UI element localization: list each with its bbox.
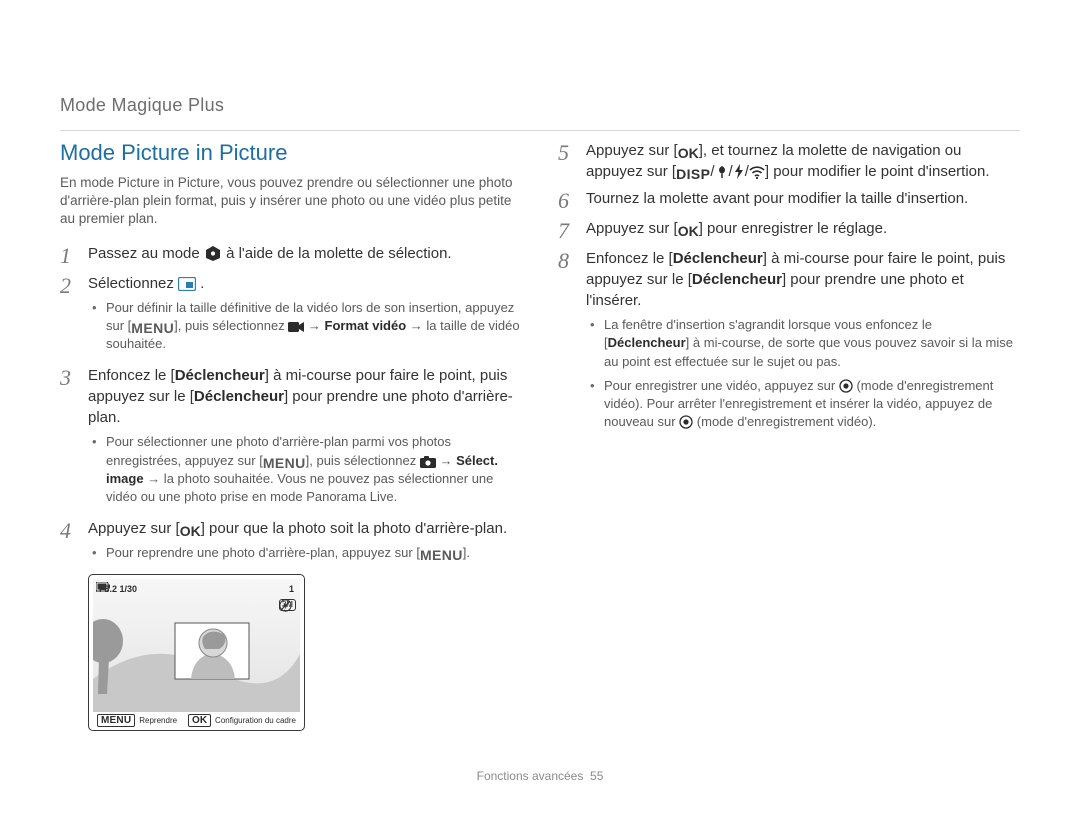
menu-key-action: Reprendre bbox=[139, 716, 177, 725]
footer-page-number: 55 bbox=[590, 769, 603, 783]
step-sub-list: La fenêtre d'insertion s'agrandit lorsqu… bbox=[586, 316, 1020, 431]
step-sub-item: Pour définir la taille définitive de la … bbox=[90, 299, 522, 354]
step-7: 7Appuyez sur [OK] pour enregistrer le ré… bbox=[558, 218, 1020, 242]
step-number: 6 bbox=[558, 188, 586, 212]
step-number: 4 bbox=[60, 518, 88, 568]
ok-key-label: OK bbox=[188, 714, 211, 727]
left-column: Mode Picture in Picture En mode Picture … bbox=[60, 140, 522, 731]
header-divider bbox=[60, 130, 1020, 131]
ok-label-icon: OK bbox=[678, 153, 699, 154]
step-sub-item: Pour sélectionner une photo d'arrière-pl… bbox=[90, 433, 522, 506]
step-number: 8 bbox=[558, 248, 586, 437]
preview-right-info: 3M bbox=[279, 599, 296, 615]
preview-bottombar: MENU Reprendre OK Configuration du cadre bbox=[93, 713, 300, 727]
preview-svg bbox=[93, 579, 300, 712]
intro-paragraph: En mode Picture in Picture, vous pouvez … bbox=[60, 174, 522, 229]
step-number: 5 bbox=[558, 140, 586, 182]
section-title: Mode Picture in Picture bbox=[60, 140, 522, 166]
step-sub-item: Pour reprendre une photo d'arrière-plan,… bbox=[90, 544, 522, 562]
step-sub-list: Pour sélectionner une photo d'arrière-pl… bbox=[88, 433, 522, 506]
macro-icon bbox=[715, 165, 729, 179]
right-column: 5Appuyez sur [OK], et tournez la molette… bbox=[558, 140, 1020, 731]
rec-icon bbox=[839, 379, 853, 393]
footer-section: Fonctions avancées bbox=[477, 769, 584, 783]
left-steps-list: 1Passez au mode à l'aide de la molette d… bbox=[60, 243, 522, 569]
step-4: 4Appuyez sur [OK] pour que la photo soit… bbox=[60, 518, 522, 568]
rec-icon bbox=[679, 415, 693, 429]
step-5: 5Appuyez sur [OK], et tournez la molette… bbox=[558, 140, 1020, 182]
ok-key-action: Configuration du cadre bbox=[215, 716, 296, 725]
step-body: Appuyez sur [OK] pour enregistrer le rég… bbox=[586, 218, 1020, 242]
preview-topbar: F3.2 1/30 1 bbox=[96, 582, 297, 596]
step-number: 2 bbox=[60, 273, 88, 360]
movie-icon bbox=[288, 321, 304, 333]
step-1: 1Passez au mode à l'aide de la molette d… bbox=[60, 243, 522, 267]
step-number: 3 bbox=[60, 365, 88, 512]
step-body: Appuyez sur [OK], et tournez la molette … bbox=[586, 140, 1020, 182]
menu-label-icon: MENU bbox=[263, 463, 306, 464]
camera-preview-illustration: F3.2 1/30 1 3M bbox=[88, 574, 305, 731]
menu-label-icon: MENU bbox=[131, 328, 174, 329]
step-number: 7 bbox=[558, 218, 586, 242]
ok-label-icon: OK bbox=[180, 531, 201, 532]
step-body: Tournez la molette avant pour modifier l… bbox=[586, 188, 1020, 212]
step-3: 3Enfoncez le [Déclencheur] à mi-course p… bbox=[60, 365, 522, 512]
step-body: Enfoncez le [Déclencheur] à mi-course po… bbox=[88, 365, 522, 512]
step-sub-item: Pour enregistrer une vidéo, appuyez sur … bbox=[588, 377, 1020, 432]
step-sub-list: Pour reprendre une photo d'arrière-plan,… bbox=[88, 544, 522, 562]
flash-icon bbox=[733, 164, 745, 179]
menu-label-icon: MENU bbox=[420, 555, 463, 556]
right-steps-list: 5Appuyez sur [OK], et tournez la molette… bbox=[558, 140, 1020, 437]
preview-shots-remaining: 1 bbox=[289, 584, 294, 594]
step-body: Appuyez sur [OK] pour que la photo soit … bbox=[88, 518, 522, 568]
page-header-title: Mode Magique Plus bbox=[60, 95, 224, 116]
manual-page: Mode Magique Plus Mode Picture in Pictur… bbox=[0, 0, 1080, 815]
mode-dial-icon bbox=[204, 245, 222, 261]
step-8: 8Enfoncez le [Déclencheur] à mi-course p… bbox=[558, 248, 1020, 437]
pip-mode-icon bbox=[178, 277, 196, 291]
step-2: 2Sélectionnez .Pour définir la taille dé… bbox=[60, 273, 522, 360]
step-number: 1 bbox=[60, 243, 88, 267]
two-column-layout: Mode Picture in Picture En mode Picture … bbox=[60, 140, 1020, 731]
ok-label-icon: OK bbox=[678, 231, 699, 232]
step-body: Sélectionnez .Pour définir la taille déf… bbox=[88, 273, 522, 360]
step-6: 6Tournez la molette avant pour modifier … bbox=[558, 188, 1020, 212]
menu-key-label: MENU bbox=[97, 714, 135, 727]
disp-label-icon: DISP bbox=[676, 174, 710, 175]
step-body: Passez au mode à l'aide de la molette de… bbox=[88, 243, 522, 267]
step-sub-item: La fenêtre d'insertion s'agrandit lorsqu… bbox=[588, 316, 1020, 371]
page-footer: Fonctions avancées 55 bbox=[0, 769, 1080, 783]
preview-screen bbox=[93, 579, 300, 712]
wifi-icon bbox=[749, 166, 765, 179]
step-body: Enfoncez le [Déclencheur] à mi-course po… bbox=[586, 248, 1020, 437]
step-sub-list: Pour définir la taille définitive de la … bbox=[88, 299, 522, 354]
camera-icon bbox=[420, 456, 436, 468]
